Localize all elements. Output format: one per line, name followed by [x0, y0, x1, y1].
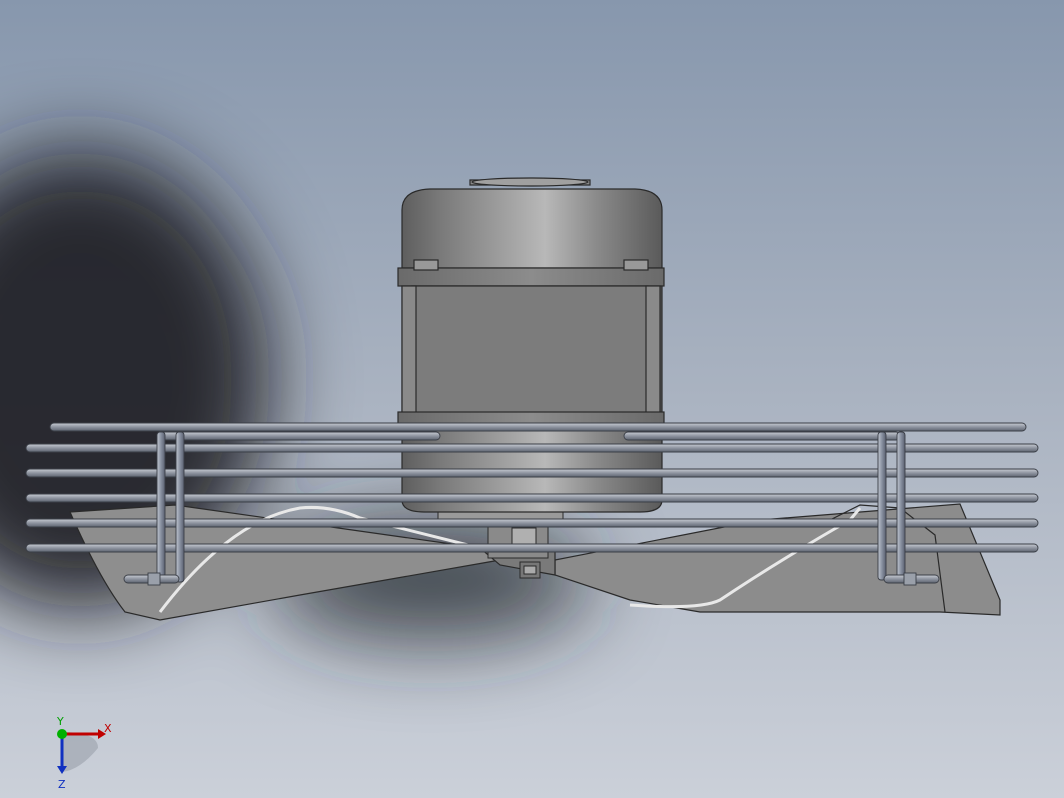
motor-housing	[397, 177, 665, 513]
reference-triad: X Y Z	[40, 712, 130, 792]
x-axis-label: X	[104, 722, 112, 735]
y-axis-label: Y	[56, 715, 64, 728]
z-axis-label: Z	[58, 778, 66, 791]
y-axis-dot	[57, 729, 67, 739]
graphics-viewport[interactable]: X Y Z	[0, 0, 1064, 798]
fan-assembly-model[interactable]	[0, 0, 1064, 798]
